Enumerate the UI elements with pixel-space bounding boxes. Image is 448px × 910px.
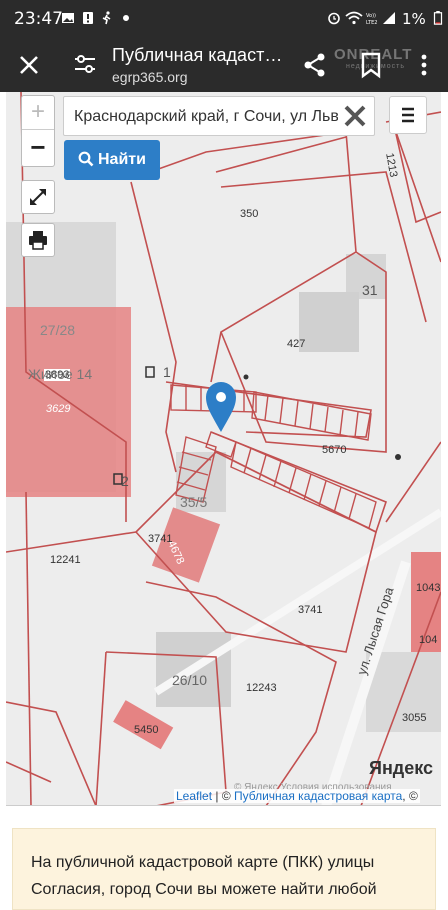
print-button[interactable] bbox=[21, 223, 55, 257]
wifi-icon bbox=[345, 11, 363, 25]
search-button[interactable]: Найти bbox=[64, 140, 160, 180]
parcel-label: 427 bbox=[287, 338, 306, 350]
alarm-icon bbox=[328, 12, 340, 25]
printer-icon bbox=[29, 231, 47, 250]
zoom-control: + − bbox=[21, 95, 55, 167]
parcel-label: 12243 bbox=[246, 682, 277, 694]
signal-icon bbox=[383, 12, 395, 24]
building-label: 35/5 bbox=[180, 494, 208, 510]
parcel-label: 5670 bbox=[322, 444, 347, 456]
map-tiles bbox=[6, 92, 441, 805]
parcel-label: 3055 bbox=[402, 712, 427, 724]
search-icon bbox=[78, 151, 94, 167]
parcel-label: 3741 bbox=[298, 604, 323, 616]
hamburger-icon bbox=[402, 107, 414, 123]
layers-menu-button[interactable] bbox=[389, 96, 427, 134]
zoom-out-button[interactable]: − bbox=[22, 131, 54, 167]
expand-icon bbox=[30, 189, 46, 205]
attribution-separator: | © bbox=[212, 789, 234, 803]
clear-icon[interactable] bbox=[342, 103, 368, 129]
info-box: На публичной кадастровой карте (ПКК) ули… bbox=[12, 828, 436, 910]
site-settings-icon[interactable] bbox=[72, 51, 98, 77]
svg-text:LTE2: LTE2 bbox=[366, 20, 378, 25]
page-title: Публичная кадаст… bbox=[112, 45, 283, 65]
svg-text:Vo)): Vo)) bbox=[366, 13, 376, 19]
status-bar: 23:47 Vo)) LTE2 1% bbox=[0, 0, 448, 38]
building-label: 27/28 bbox=[40, 322, 76, 338]
bookmark-icon[interactable] bbox=[358, 50, 384, 80]
building-label: 26/10 bbox=[172, 672, 208, 688]
building-label: 31 bbox=[362, 282, 378, 298]
parcel-label: 350 bbox=[240, 208, 259, 220]
walk-icon bbox=[102, 11, 111, 25]
zoom-in-button[interactable]: + bbox=[22, 96, 54, 130]
gallery-icon bbox=[62, 13, 74, 23]
close-icon[interactable] bbox=[14, 50, 44, 80]
volte-icon: Vo))LTE2 bbox=[366, 13, 378, 25]
yandex-logo: Яндекс bbox=[369, 758, 434, 778]
building-label: 1 bbox=[163, 364, 171, 380]
alert-icon bbox=[83, 12, 93, 24]
address-search-box: Краснодарский край, г Сочи, ул Льв bbox=[63, 96, 375, 136]
building-label: Жилое 14 bbox=[28, 366, 93, 382]
building-label: 2 bbox=[121, 473, 129, 489]
cadastral-map-link[interactable]: Публичная кадастровая карта bbox=[234, 789, 402, 803]
cadastral-map[interactable]: 350 31 427 27/28 3893 Жилое 14 3629 1 56… bbox=[6, 92, 441, 806]
browser-toolbar: Публичная кадаст… egrp365.org ONREALT не… bbox=[0, 38, 448, 92]
parcel-label: 12241 bbox=[50, 554, 81, 566]
status-time: 23:47 bbox=[14, 9, 63, 29]
leaflet-link[interactable]: Leaflet bbox=[176, 789, 212, 803]
more-menu-icon[interactable] bbox=[414, 50, 434, 80]
fullscreen-button[interactable] bbox=[21, 180, 55, 214]
info-text: На публичной кадастровой карте (ПКК) ули… bbox=[31, 854, 377, 898]
parcel-label: 3629 bbox=[46, 403, 71, 415]
notification-dot bbox=[123, 15, 129, 21]
parcel-label: 1043 bbox=[416, 582, 441, 594]
parcel-label: 104 bbox=[419, 634, 438, 646]
attribution-tail: , © bbox=[402, 789, 418, 803]
battery-icon bbox=[433, 11, 443, 25]
search-button-label: Найти bbox=[98, 151, 146, 168]
page-url[interactable]: egrp365.org bbox=[112, 69, 188, 85]
parcel-label: 5450 bbox=[134, 724, 159, 736]
map-attribution: Leaflet | © Публичная кадастровая карта,… bbox=[174, 789, 420, 803]
address-search-input[interactable]: Краснодарский край, г Сочи, ул Льв bbox=[74, 108, 338, 126]
share-icon[interactable] bbox=[300, 50, 330, 80]
battery-percent: 1% bbox=[402, 10, 426, 28]
